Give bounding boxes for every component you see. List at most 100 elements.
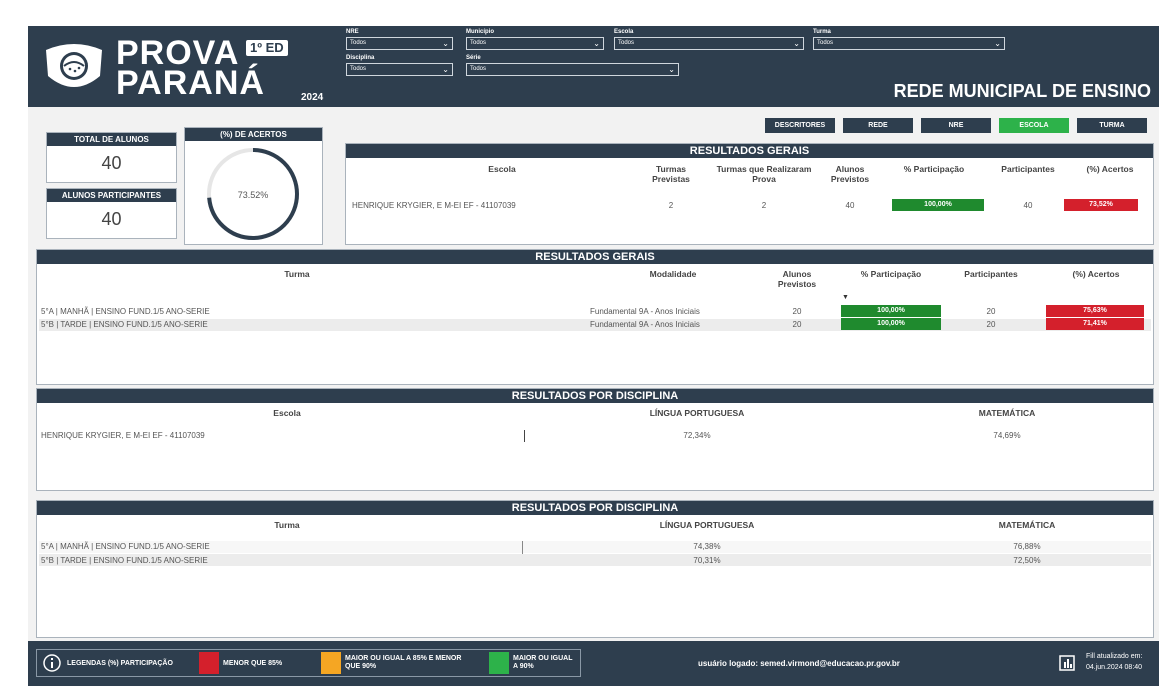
- col-header: Participantes: [964, 269, 1018, 279]
- table-row-participantes: 20: [986, 307, 996, 316]
- cell-escola: HENRIQUE KRYGIER, E M-EI EF - 41107039: [352, 201, 516, 210]
- acertos-ring: 73.52%: [207, 148, 299, 240]
- filter-label: Série: [466, 55, 481, 61]
- last-updated-value: 04.jun.2024 08:40: [1086, 664, 1143, 671]
- kpi-total-alunos: TOTAL DE ALUNOS 40: [46, 132, 177, 183]
- cell-turmas-realizaram: 2: [761, 201, 767, 210]
- resultados-gerais-escola-panel: RESULTADOS GERAIS Escola Turmas Prevista…: [345, 143, 1154, 245]
- table-row-portugues: 74,38%: [693, 542, 721, 551]
- table-row-turma: 5°A | MANHÃ | ENSINO FUND.1/5 ANO-SERIE: [41, 307, 210, 316]
- filter-label: Escola: [614, 29, 634, 35]
- legend: LEGENDAS (%) PARTICIPAÇÃO MENOR QUE 85% …: [36, 649, 581, 677]
- col-header: Turma: [274, 520, 300, 530]
- table-row-modalidade: Fundamental 9A - Anos Iniciais: [590, 307, 700, 316]
- panel-title: RESULTADOS POR DISCIPLINA: [37, 389, 1153, 403]
- col-header: (%) Acertos: [1072, 269, 1120, 279]
- sort-desc-icon[interactable]: ▼: [842, 294, 849, 301]
- col-header: Turma: [284, 269, 310, 279]
- panel-title: RESULTADOS GERAIS: [37, 250, 1153, 264]
- disciplina-turma-panel: RESULTADOS POR DISCIPLINA Turma LÍNGUA P…: [36, 500, 1154, 638]
- legend-item: MAIOR OU IGUAL A 90%: [513, 655, 573, 670]
- parana-shield-icon: [46, 44, 102, 87]
- last-updated: Fill atualizado em: 04.jun.2024 08:40: [1086, 651, 1142, 673]
- table-row-participantes: 20: [986, 320, 996, 329]
- col-header: Alunos Previstos: [777, 269, 817, 289]
- logo-year: 2024: [301, 92, 324, 103]
- table-row-modalidade: Fundamental 9A - Anos Iniciais: [590, 320, 700, 329]
- table-row-matematica: 72,50%: [1013, 556, 1041, 565]
- cell-alunos-previstos: 40: [845, 201, 855, 210]
- disciplina-escola-panel: RESULTADOS POR DISCIPLINA Escola LÍNGUA …: [36, 388, 1154, 491]
- prova-parana-logo: PROVA 1º ED PARANÁ 2024: [38, 32, 328, 103]
- chevron-down-icon: ⌄: [994, 39, 1001, 48]
- col-header: Alunos Previstos: [830, 164, 870, 184]
- power-bi-icon: [1059, 655, 1075, 671]
- last-updated-label: Fill atualizado em:: [1086, 653, 1143, 660]
- legend-title: LEGENDAS (%) PARTICIPAÇÃO: [67, 660, 173, 667]
- nav-button-rede[interactable]: REDE: [843, 118, 913, 133]
- resultados-gerais-turma-panel: RESULTADOS GERAIS Turma Modalidade Aluno…: [36, 249, 1154, 385]
- table-row-matematica: 76,88%: [1013, 542, 1041, 551]
- filter-select[interactable]: Todos ⌄: [614, 37, 804, 50]
- col-header: Turmas que Realizaram Prova: [716, 164, 812, 184]
- filter-disciplina[interactable]: Disciplina Todos ⌄: [346, 54, 453, 76]
- col-header: % Participação: [860, 269, 922, 279]
- filter-escola[interactable]: Escola Todos ⌄: [614, 28, 804, 50]
- filter-select[interactable]: Todos ⌄: [466, 37, 604, 50]
- legend-item: MENOR QUE 85%: [223, 660, 283, 667]
- table-row-acertos: 71,41%: [1046, 318, 1144, 330]
- col-header: Escola: [273, 408, 301, 418]
- col-header: MATEMÁTICA: [998, 520, 1056, 530]
- filter-select[interactable]: Todos ⌄: [466, 63, 679, 76]
- filter-municipio[interactable]: Município Todos ⌄: [466, 28, 604, 50]
- filter-serie[interactable]: Série Todos ⌄: [466, 54, 679, 76]
- table-row-matematica: 74,69%: [993, 431, 1021, 440]
- dashboard: PROVA 1º ED PARANÁ 2024 NRE Todos ⌄ Munic…: [28, 26, 1159, 686]
- filter-label: Turma: [813, 29, 831, 35]
- filter-turma[interactable]: Turma Todos ⌄: [813, 28, 1005, 50]
- cell-participacao: 100,00%: [892, 199, 984, 211]
- legend-swatch-orange: [321, 652, 341, 674]
- table-row-portugues: 72,34%: [683, 431, 711, 440]
- kpi-value: 40: [101, 153, 122, 173]
- filter-select[interactable]: Todos ⌄: [346, 63, 453, 76]
- column-divider: [524, 430, 525, 442]
- col-header: Modalidade: [649, 269, 697, 279]
- col-header: Escola: [488, 164, 516, 174]
- nav-button-nre[interactable]: NRE: [921, 118, 991, 133]
- table-row-turma: 5°A | MANHÃ | ENSINO FUND.1/5 ANO-SERIE: [41, 542, 210, 551]
- panel-title: RESULTADOS GERAIS: [346, 144, 1153, 158]
- footer-bar: LEGENDAS (%) PARTICIPAÇÃO MENOR QUE 85% …: [28, 641, 1159, 686]
- table-row-participacao: 100,00%: [841, 318, 941, 330]
- logged-user: usuário logado: semed.virmond@educacao.p…: [698, 659, 900, 668]
- filter-label: Disciplina: [346, 55, 375, 61]
- col-header: (%) Acertos: [1086, 164, 1134, 174]
- info-icon[interactable]: [43, 654, 61, 672]
- table-row-alunos: 20: [792, 307, 802, 316]
- filter-select[interactable]: Todos ⌄: [813, 37, 1005, 50]
- col-header: MATEMÁTICA: [978, 408, 1036, 418]
- filter-label: NRE: [346, 29, 359, 35]
- kpi-label: TOTAL DE ALUNOS: [47, 133, 176, 146]
- nav-button-escola[interactable]: ESCOLA: [999, 118, 1069, 133]
- cell-participantes: 40: [1023, 201, 1033, 210]
- filter-nre[interactable]: NRE Todos ⌄: [346, 28, 453, 50]
- table-row-acertos: 75,63%: [1046, 305, 1144, 317]
- col-header: LÍNGUA PORTUGUESA: [659, 520, 755, 530]
- nav-button-turma[interactable]: TURMA: [1077, 118, 1147, 133]
- chevron-down-icon: ⌄: [793, 39, 800, 48]
- nav-button-descritores[interactable]: DESCRITORES: [765, 118, 835, 133]
- table-row-portugues: 70,31%: [693, 556, 721, 565]
- header-bar: PROVA 1º ED PARANÁ 2024 NRE Todos ⌄ Munic…: [28, 26, 1159, 107]
- table-row-participacao: 100,00%: [841, 305, 941, 317]
- panel-title: RESULTADOS POR DISCIPLINA: [37, 501, 1153, 515]
- chevron-down-icon: ⌄: [668, 65, 675, 74]
- cell-turmas-previstas: 2: [668, 201, 674, 210]
- kpi-value: 40: [101, 209, 122, 229]
- kpi-acertos-gauge: (%) DE ACERTOS 73.52%: [184, 127, 323, 245]
- page-title: REDE MUNICIPAL DE ENSINO: [893, 81, 1151, 101]
- chevron-down-icon: ⌄: [442, 39, 449, 48]
- col-header: LÍNGUA PORTUGUESA: [649, 408, 745, 418]
- filter-select[interactable]: Todos ⌄: [346, 37, 453, 50]
- col-header: Turmas Previstas: [652, 164, 690, 184]
